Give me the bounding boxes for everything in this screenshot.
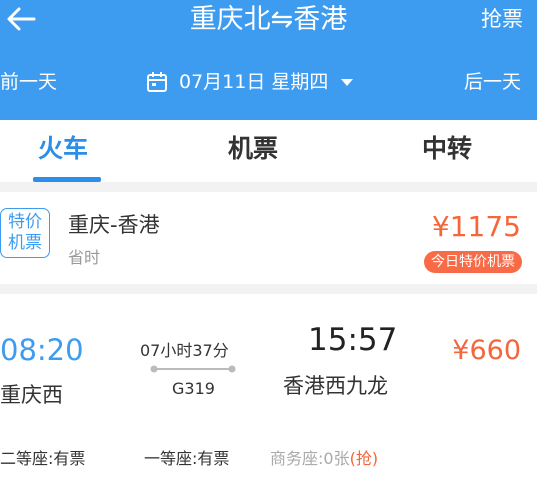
badge-line-2: 机票 (8, 233, 42, 253)
route-line-graphic (150, 365, 236, 373)
date-label: 07月11日 星期四 (179, 71, 329, 93)
grab-business-seat-link[interactable]: (抢) (350, 449, 379, 468)
today-special-tag: 今日特价机票 (424, 251, 522, 273)
flight-route: 重庆-香港 (68, 213, 160, 237)
departure-station: 重庆西 (0, 383, 63, 407)
next-day-button[interactable]: 后一天 (464, 70, 521, 94)
first-class-seat: 一等座:有票 (144, 449, 230, 468)
business-class-seat: 商务座:0张(抢) (270, 449, 378, 469)
page-title: 重庆北⇋香港 (189, 4, 348, 35)
arrival-time: 15:57 (308, 322, 398, 358)
special-flight-card[interactable]: 特价 机票 重庆-香港 省时 ¥1175 今日特价机票 (0, 192, 537, 284)
train-result-card[interactable]: 08:20 重庆西 07小时37分 G319 15:57 香港西九龙 ¥660 … (0, 294, 537, 478)
grab-ticket-button[interactable]: 抢票 (481, 6, 523, 32)
trip-duration: 07小时37分 (140, 341, 229, 360)
prev-day-button[interactable]: 前一天 (0, 70, 57, 94)
caret-down-icon (341, 79, 354, 86)
second-class-seat: 二等座:有票 (0, 449, 86, 468)
business-seat-status: 商务座:0张 (270, 449, 350, 468)
train-number: G319 (172, 379, 215, 398)
tab-flight[interactable]: 机票 (228, 133, 278, 165)
header-bar: 重庆北⇋香港 抢票 前一天 07月11日 星期四 后一天 (0, 0, 537, 120)
calendar-icon (147, 72, 167, 92)
tab-transfer[interactable]: 中转 (422, 133, 472, 165)
flight-note: 省时 (68, 248, 101, 267)
tab-train[interactable]: 火车 (38, 133, 88, 165)
arrival-station: 香港西九龙 (283, 374, 388, 398)
badge-line-1: 特价 (8, 212, 42, 232)
departure-time: 08:20 (0, 333, 84, 367)
special-fare-badge: 特价 机票 (0, 208, 50, 258)
active-tab-indicator (33, 177, 101, 182)
flight-price: ¥1175 (431, 210, 521, 243)
train-price: ¥660 (452, 335, 521, 366)
tab-bar: 火车 机票 中转 (0, 120, 537, 182)
date-selector[interactable]: 07月11日 星期四 (146, 68, 354, 96)
